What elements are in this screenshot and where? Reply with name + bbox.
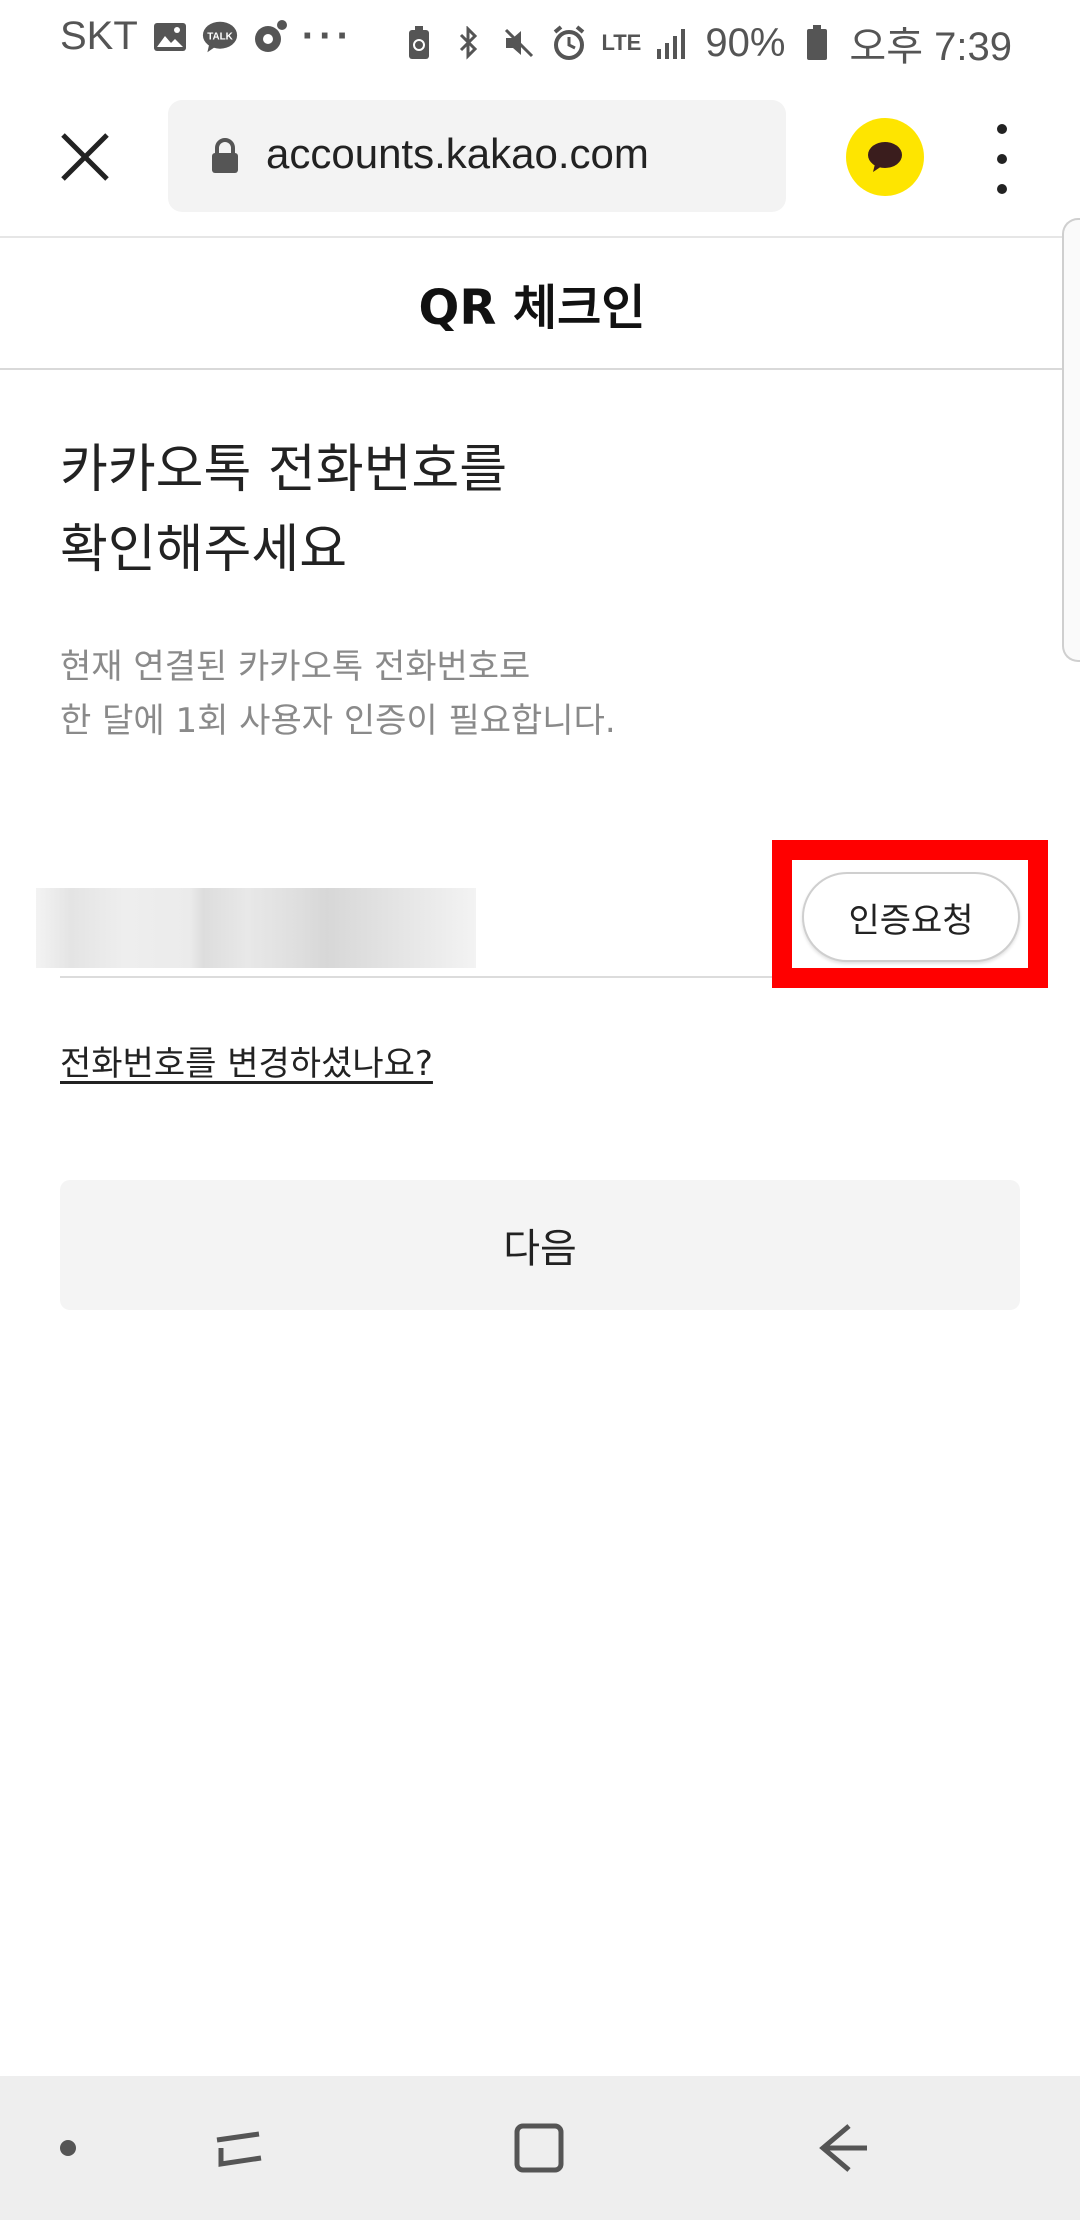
recents-icon[interactable]	[204, 2116, 274, 2180]
description: 현재 연결된 카카오톡 전화번호로 한 달에 1회 사용자 인증이 필요합니다.	[60, 640, 616, 748]
page-title: QR 체크인	[418, 280, 646, 336]
dot-icon[interactable]	[48, 2116, 88, 2180]
kakao-chat-icon[interactable]	[846, 118, 924, 196]
browser-toolbar: accounts.kakao.com	[0, 80, 1080, 238]
close-icon[interactable]	[50, 122, 120, 192]
bluetooth-icon	[451, 25, 487, 61]
side-scroll-handle[interactable]	[1062, 218, 1080, 662]
image-icon	[152, 19, 188, 55]
network-type: LTE	[601, 30, 642, 55]
headline-line-1: 카카오톡 전화번호를	[60, 440, 508, 500]
status-right: LTE 90% 오후 7:39	[401, 14, 1012, 72]
status-left: SKT TALK ···	[60, 14, 354, 59]
battery-saver-icon	[401, 25, 437, 61]
phone-number-redacted	[36, 888, 476, 968]
more-notifications-indicator: ···	[301, 14, 354, 58]
status-bar: SKT TALK ··· LTE 90% 오후 7:39	[0, 0, 1080, 75]
url-text: accounts.kakao.com	[266, 130, 649, 177]
alarm-icon	[551, 25, 587, 61]
verify-request-button[interactable]: 인증요청	[802, 872, 1020, 962]
talk-badge-text: TALK	[207, 31, 233, 42]
signal-icon	[655, 25, 691, 61]
description-line-2: 한 달에 1회 사용자 인증이 필요합니다.	[60, 701, 616, 741]
url-bar[interactable]: accounts.kakao.com	[168, 100, 786, 212]
clock: 오후 7:39	[849, 25, 1012, 69]
page-header: QR 체크인	[0, 238, 1064, 370]
description-line-1: 현재 연결된 카카오톡 전화번호로	[60, 647, 531, 687]
mute-icon	[501, 25, 537, 61]
more-vert-icon[interactable]	[982, 124, 1022, 194]
headline-line-2: 확인해주세요	[60, 520, 348, 580]
carrier-label: SKT	[60, 14, 138, 58]
battery-icon	[799, 25, 835, 61]
back-icon[interactable]	[808, 2116, 878, 2180]
headline: 카카오톡 전화번호를 확인해주세요	[60, 430, 507, 590]
lock-icon	[210, 138, 240, 174]
kakaotalk-icon: TALK	[202, 19, 238, 55]
navigation-bar	[0, 2076, 1080, 2220]
change-phone-link[interactable]: 전화번호를 변경하셨나요?	[60, 1036, 433, 1085]
camera-icon	[252, 19, 288, 55]
home-icon[interactable]	[504, 2116, 574, 2180]
next-button[interactable]: 다음	[60, 1180, 1020, 1310]
battery-percent: 90%	[705, 20, 786, 65]
